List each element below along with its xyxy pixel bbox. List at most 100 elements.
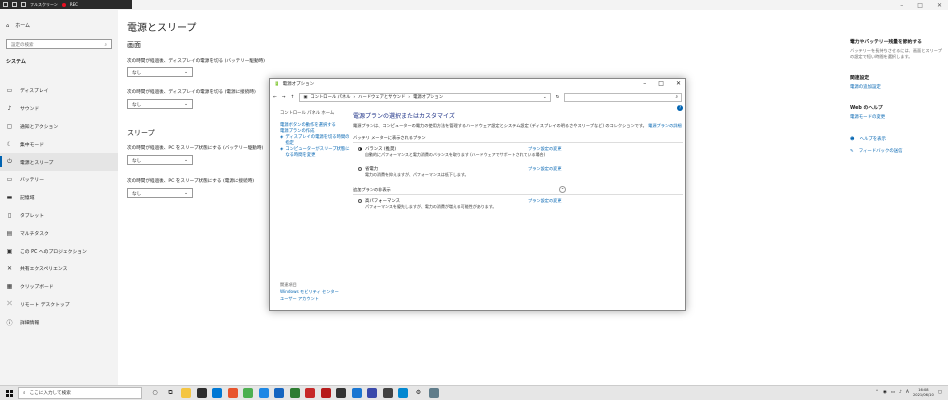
display-off-link[interactable]: ディスプレイの電源を切る時間の指定 (285, 135, 352, 147)
back-icon[interactable]: ← (273, 95, 277, 100)
windows-start-icon[interactable] (6, 390, 13, 397)
record-icon[interactable] (320, 388, 331, 398)
battery-icon[interactable]: ▭ (891, 390, 895, 395)
app-icon[interactable] (398, 388, 408, 398)
sidebar-item[interactable]: ▦ クリップボード (0, 278, 118, 296)
close-button[interactable]: ✕ (937, 2, 942, 9)
feedback-link[interactable]: ✎ フィードバックの送信 (850, 148, 942, 155)
fullscreen-label[interactable]: フルスクリーン (30, 2, 58, 8)
screen-battery-dropdown[interactable]: なし ⌄ (127, 67, 193, 77)
home-link[interactable]: ⌂ ホーム (6, 22, 30, 30)
notification-icon[interactable]: ▢ (938, 390, 942, 395)
minimize-button[interactable]: – (900, 2, 903, 9)
maximize-button[interactable]: □ (658, 80, 664, 87)
mail-icon[interactable] (212, 388, 222, 398)
sidebar-item-label: マルチタスク (20, 231, 49, 237)
power-options-window: 🔋 電源オプション – □ ✕ ← → ↑ ▣ コントロール パネル › ハードウ… (269, 78, 686, 311)
edge-icon[interactable] (258, 388, 269, 398)
user-accounts-link[interactable]: ユーザー アカウント (280, 295, 339, 302)
excel-icon[interactable] (289, 388, 300, 398)
chevron-down-icon: ⌄ (184, 70, 188, 75)
sidebar-item[interactable]: ▢ 通知とアクション (0, 118, 118, 136)
sleep-time-link[interactable]: コンピューターがスリープ状態になる時間を変更 (285, 147, 352, 159)
chevron-up-icon[interactable]: ⌃ (875, 390, 879, 395)
language-indicator[interactable]: A (906, 390, 909, 395)
mobility-center-link[interactable]: Windows モビリティ センター (280, 288, 339, 295)
see-also-label: 関連項目 (280, 282, 297, 287)
sleep-battery-label: 次の時間が経過後、PC をスリープ状態にする (バッテリー駆動時) (127, 146, 264, 151)
get-help-link[interactable]: ☻ ヘルプを表示 (850, 136, 942, 143)
control-panel-home-link[interactable]: コントロール パネル ホーム (280, 111, 352, 117)
file-explorer-icon[interactable] (181, 388, 191, 398)
menu-icon[interactable] (3, 2, 8, 7)
cortana-icon[interactable]: ○ (150, 388, 160, 398)
pdf-icon[interactable] (305, 388, 315, 398)
change-plan-settings-link[interactable]: プラン設定の変更 (528, 198, 562, 204)
plans-detail-link[interactable]: 電源プランの詳細 (648, 123, 682, 128)
plan-radio[interactable] (358, 166, 362, 171)
app-icon[interactable] (382, 388, 393, 398)
sidebar-item-label: 電源とスリープ (20, 160, 54, 166)
power-mode-link[interactable]: 電源モードの変更 (850, 114, 942, 120)
sidebar-item[interactable]: ✕ 共有エクスペリエンス (0, 260, 118, 278)
app-icon[interactable] (429, 388, 439, 398)
app-icon[interactable] (367, 388, 377, 398)
app-icon[interactable] (336, 388, 346, 398)
volume-icon[interactable]: ♪ (899, 390, 902, 395)
sidebar-item[interactable]: ▬ 記憶域 (0, 189, 118, 207)
forward-icon[interactable]: → (282, 95, 286, 100)
sleep-plugged-dropdown[interactable]: なし ⌄ (127, 188, 193, 198)
sidebar-item-label: 詳細情報 (20, 320, 40, 326)
clock-date: 2021/06/10 (913, 392, 934, 397)
sidebar-item[interactable]: ♪ サウンド (0, 100, 118, 118)
app-icon[interactable] (351, 388, 362, 398)
sidebar-item[interactable]: ▯ タブレット (0, 207, 118, 225)
projection-icon: ▣ (6, 247, 13, 255)
clock[interactable]: 16:08 2021/06/10 (913, 388, 934, 397)
window-titlebar[interactable]: 🔋 電源オプション (270, 79, 685, 89)
hidden-plans-toggle[interactable]: 追加プランの非表示 ⌃ (353, 185, 683, 195)
sidebar-item[interactable]: ▭ ディスプレイ (0, 82, 118, 100)
store-icon[interactable] (196, 388, 207, 398)
breadcrumb[interactable]: ▣ コントロール パネル › ハードウェアとサウンド › 電源オプション ⌄ (299, 92, 551, 102)
sidebar-item[interactable]: ⓘ 詳細情報 (0, 313, 118, 331)
change-plan-settings-link[interactable]: プラン設定の変更 (528, 146, 562, 152)
sidebar-item[interactable]: ⤫ リモート デスクトップ (0, 296, 118, 314)
task-view-icon[interactable]: ⧉ (166, 388, 176, 398)
sidebar-item[interactable]: ▤ マルチタスク (0, 224, 118, 242)
dropdown-value: なし (132, 103, 142, 108)
network-icon[interactable]: ◉ (883, 390, 887, 395)
sleep-battery-dropdown[interactable]: なし ⌄ (127, 155, 193, 165)
sidebar-item[interactable]: ▣ この PC へのプロジェクション (0, 242, 118, 260)
battery-tip-text: バッテリーを長持ちさせるには、画面とスリープの設定で短い時間を選択します。 (850, 48, 942, 59)
gear-icon[interactable]: ⚙ (414, 388, 424, 398)
settings-search-input[interactable]: 設定の検索 ⌕ (6, 39, 112, 49)
minimize-button[interactable]: – (643, 80, 646, 87)
breadcrumb-item[interactable]: 電源オプション (413, 94, 443, 100)
firefox-icon[interactable] (227, 388, 238, 398)
up-icon[interactable]: ↑ (291, 95, 295, 100)
breadcrumb-item[interactable]: ハードウェアとサウンド (358, 94, 405, 100)
plan-radio[interactable] (358, 198, 362, 203)
chevron-up-icon[interactable]: ⌃ (559, 185, 566, 193)
rec-label[interactable]: REC (70, 2, 78, 7)
change-plan-settings-link[interactable]: プラン設定の変更 (528, 166, 562, 172)
power-icon: ⏻ (7, 158, 12, 166)
close-button[interactable]: ✕ (676, 80, 681, 87)
refresh-icon[interactable]: ↻ (556, 95, 560, 100)
control-panel-search-input[interactable]: ⌕ (564, 92, 682, 102)
outlook-icon[interactable] (274, 388, 284, 398)
sidebar-item[interactable]: ⏻ 電源とスリープ (0, 153, 118, 171)
gear-icon[interactable] (12, 2, 17, 7)
chrome-icon[interactable] (243, 388, 253, 398)
plan-radio[interactable] (358, 146, 362, 151)
screen-plugged-dropdown[interactable]: なし ⌄ (127, 99, 193, 109)
breadcrumb-item[interactable]: コントロール パネル (310, 94, 350, 100)
window-icon[interactable] (21, 2, 26, 7)
maximize-button[interactable]: □ (917, 2, 923, 9)
chevron-down-icon[interactable]: ⌄ (543, 95, 547, 100)
sidebar-item[interactable]: ☾ 集中モード (0, 135, 118, 153)
taskbar-search-input[interactable]: ⌕ ここに入力して検索 (18, 387, 142, 399)
sidebar-item[interactable]: ▭ バッテリー (0, 171, 118, 189)
additional-power-settings-link[interactable]: 電源の追加設定 (850, 84, 942, 90)
